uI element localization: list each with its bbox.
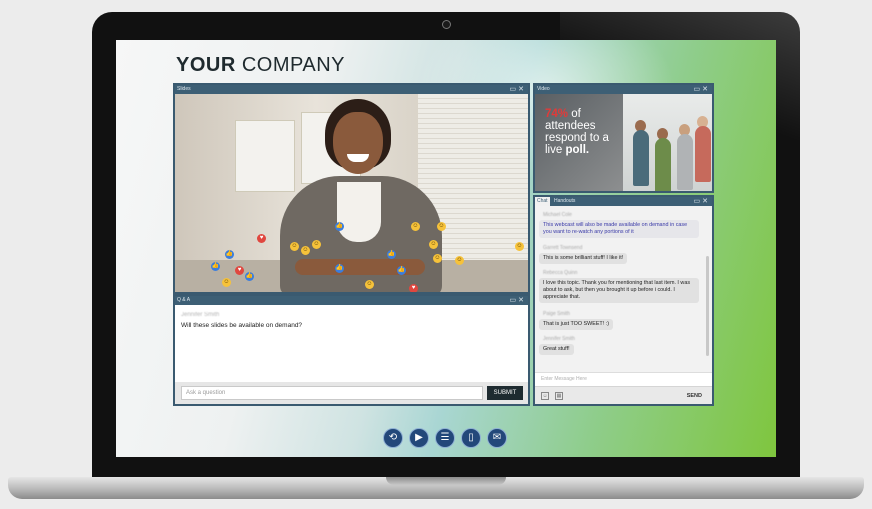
video-line: respond to a — [545, 132, 609, 144]
presenter-hands — [295, 259, 425, 275]
chat-message-input[interactable]: Enter Message Here — [535, 372, 712, 386]
video-line: of — [571, 108, 581, 120]
qa-question: Will these slides be available on demand… — [181, 322, 303, 329]
tab-handouts[interactable]: Handouts — [552, 197, 577, 206]
refresh-icon[interactable]: ⟲ — [383, 428, 403, 448]
list-icon[interactable]: ☰ — [435, 428, 455, 448]
video-icon[interactable]: ▶ — [409, 428, 429, 448]
smiley-reaction-icon: ☺ — [222, 278, 231, 287]
attach-image-icon[interactable]: ▦ — [555, 392, 563, 400]
person — [655, 138, 671, 191]
slides-header: Slides ▭✕ — [175, 85, 528, 94]
qa-username: Jennifer Smith — [181, 312, 220, 318]
like-reaction-icon: 👍 — [387, 250, 396, 259]
slides-panel: Slides ▭✕ 👍 ☺ ☺ ☺ 👍 ♥ 👍 ♥ 👍 ☺ 👍 ☺ 👍 👍 ☺ … — [173, 83, 530, 294]
smiley-reaction-icon: ☺ — [365, 280, 374, 289]
logo-bold: YOUR — [176, 54, 236, 76]
chat-message: I love this topic. Thank you for mention… — [539, 278, 699, 303]
ask-question-input[interactable]: Ask a question — [181, 386, 483, 400]
slides-title: Slides — [177, 86, 191, 92]
video-overlay-text: 74% of attendees respond to a live poll. — [545, 108, 609, 156]
wall-chart — [235, 120, 295, 192]
video-panel: Video ▭✕ 74% of attendees respond to a l… — [533, 83, 714, 193]
smiley-reaction-icon: ☺ — [515, 242, 524, 251]
company-logo: YOUR COMPANY — [176, 54, 345, 77]
send-button[interactable]: SEND — [687, 391, 702, 401]
video-content[interactable]: 74% of attendees respond to a live poll. — [535, 94, 712, 191]
person — [695, 126, 711, 182]
like-reaction-icon: 👍 — [225, 250, 234, 259]
chat-header: Chat Handouts ▭✕ — [535, 197, 712, 206]
chat-username: Paige Smith — [543, 311, 570, 317]
qa-body: Jennifer Smith Will these slides be avai… — [175, 305, 528, 404]
presenter-shirt — [337, 182, 381, 242]
chat-message: That is just TOO SWEET! :) — [539, 319, 613, 330]
logo-rest: COMPANY — [241, 54, 345, 76]
webinar-screen: YOUR COMPANY Slides ▭✕ 👍 ☺ ☺ ☺ 👍 ♥ 👍 ♥ 👍… — [116, 40, 776, 457]
window-controls[interactable]: ▭✕ — [694, 197, 710, 206]
chat-message: This is some brilliant stuff! I like it! — [539, 253, 628, 264]
video-line-bold: poll. — [565, 144, 590, 156]
chat-scrollbar[interactable] — [706, 256, 709, 356]
video-photo — [623, 94, 712, 191]
qa-panel: Q & A ▭✕ Jennifer Smith Will these slide… — [173, 294, 530, 406]
qa-title: Q & A — [177, 297, 191, 303]
webcam — [442, 20, 451, 29]
smiley-reaction-icon: ☺ — [312, 240, 321, 249]
chat-message: This webcast will also be made available… — [539, 220, 699, 238]
heart-reaction-icon: ♥ — [235, 266, 244, 275]
like-reaction-icon: 👍 — [245, 272, 254, 281]
tab-chat[interactable]: Chat — [535, 197, 550, 206]
smiley-reaction-icon: ☺ — [429, 240, 438, 249]
video-line: live — [545, 144, 563, 156]
chat-username: Jennifer Smith — [543, 336, 575, 342]
smiley-reaction-icon: ☺ — [301, 246, 310, 255]
chat-username: Garrett Townsend — [543, 245, 583, 251]
chat-footer: ☺ ▦ SEND — [535, 386, 712, 404]
like-reaction-icon: 👍 — [335, 264, 344, 273]
video-line: attendees — [545, 120, 596, 132]
video-title: Video — [537, 86, 550, 92]
smiley-reaction-icon: ☺ — [437, 222, 446, 231]
person — [633, 130, 649, 186]
chat-panel: Chat Handouts ▭✕ Michael Cole This webca… — [533, 195, 714, 406]
chat-messages: Michael Cole This webcast will also be m… — [535, 206, 712, 372]
window-controls[interactable]: ▭✕ — [510, 85, 526, 94]
handout-icon[interactable]: ▯ — [461, 428, 481, 448]
window-controls[interactable]: ▭✕ — [694, 85, 710, 94]
smiley-reaction-icon: ☺ — [290, 242, 299, 251]
smiley-reaction-icon: ☺ — [411, 222, 420, 231]
smiley-reaction-icon: ☺ — [433, 254, 442, 263]
like-reaction-icon: 👍 — [335, 222, 344, 231]
emoji-icon[interactable]: ☺ — [541, 392, 549, 400]
laptop-notch — [386, 477, 506, 485]
chat-username: Michael Cole — [543, 212, 572, 218]
chat-icon[interactable]: ✉ — [487, 428, 507, 448]
presenter-video: 👍 ☺ ☺ ☺ 👍 ♥ 👍 ♥ 👍 ☺ 👍 ☺ 👍 👍 ☺ ☺ ☺ ☺ ☺ ♥ … — [175, 94, 528, 292]
chat-username: Rebecca Quinn — [543, 270, 578, 276]
poll-stat: 74% — [545, 108, 569, 120]
submit-button[interactable]: SUBMIT — [487, 386, 523, 400]
smiley-reaction-icon: ☺ — [455, 256, 464, 265]
like-reaction-icon: 👍 — [211, 262, 220, 271]
video-header: Video ▭✕ — [535, 85, 712, 94]
presenter-face — [333, 112, 383, 174]
qa-header: Q & A ▭✕ — [175, 296, 528, 305]
chat-message: Great stuff! — [539, 344, 574, 355]
window-controls[interactable]: ▭✕ — [510, 296, 526, 305]
heart-reaction-icon: ♥ — [257, 234, 266, 243]
heart-reaction-icon: ♥ — [409, 284, 418, 292]
like-reaction-icon: 👍 — [397, 266, 406, 275]
qa-input-bar: Ask a question SUBMIT — [175, 382, 528, 404]
person — [677, 134, 693, 190]
